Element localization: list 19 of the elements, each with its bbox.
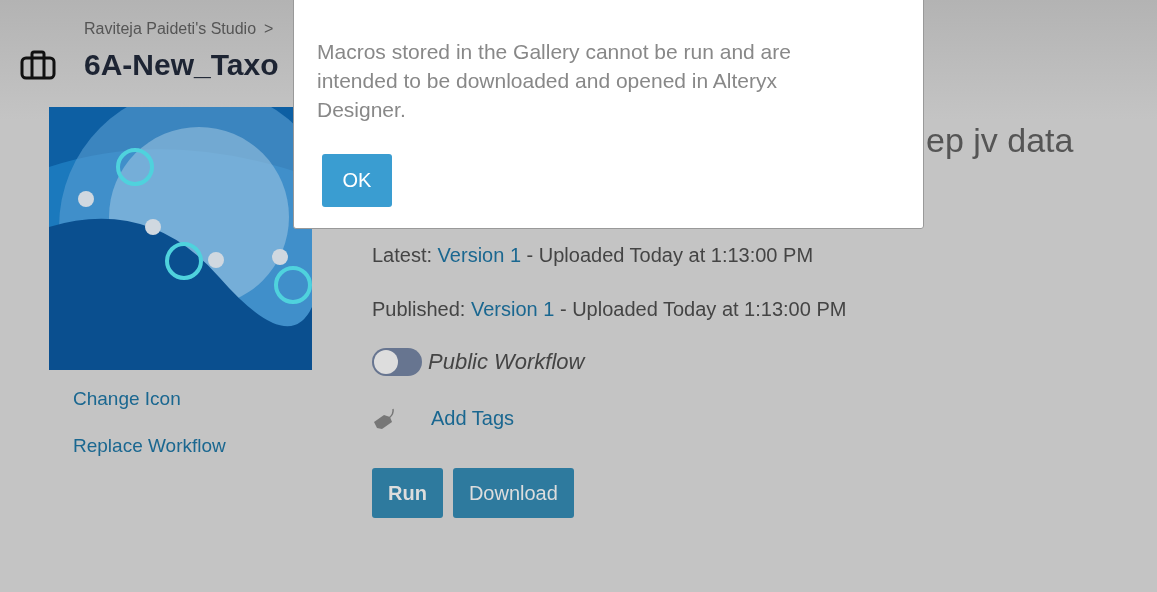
breadcrumb-separator: > <box>264 20 274 38</box>
dialog-message: Macros stored in the Gallery cannot be run and are intended to be downloaded and opened in Alteryx Designer. <box>317 39 792 123</box>
briefcase-icon <box>20 50 56 80</box>
sidebar-link[interactable]: Replace Workflow <box>73 435 226 457</box>
workflow-title: 6A-New_Taxo <box>84 48 279 82</box>
tag-icon <box>372 406 396 430</box>
sidebar-link[interactable]: Change Icon <box>73 388 181 410</box>
run-button[interactable]: Run <box>372 468 443 518</box>
version-info: Published: Version 1 - Uploaded Today at 1:13:00 PM <box>372 297 848 321</box>
public-toggle[interactable] <box>372 348 422 376</box>
breadcrumb-link[interactable]: Raviteja Paideti's Studio <box>84 20 257 38</box>
version-link[interactable]: Version 1 <box>470 298 555 320</box>
toggle-label: Public Workflow <box>428 349 585 375</box>
ok-button[interactable]: OK <box>322 154 392 207</box>
add-tags-link[interactable]: Add Tags <box>431 406 515 430</box>
version-info: Latest: Version 1 - Uploaded Today at 1:13:00 PM <box>372 243 815 267</box>
version-link[interactable]: Version 1 <box>437 244 521 266</box>
workflow-subtitle: ep jv data <box>926 121 1074 160</box>
download-button[interactable]: Download <box>452 468 574 518</box>
